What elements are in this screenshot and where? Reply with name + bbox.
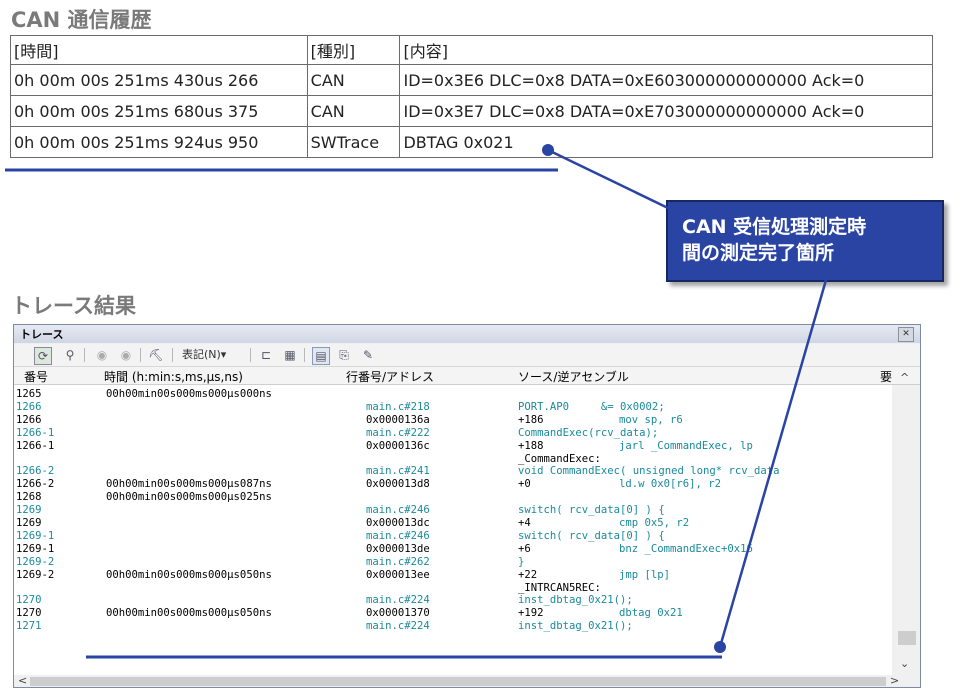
marker-dot-can [542,144,554,156]
marker-dot-trace [714,641,726,653]
highlight-overlay [5,144,828,659]
callout-leader-top [547,148,669,210]
callout-leader-bottom [718,279,828,648]
